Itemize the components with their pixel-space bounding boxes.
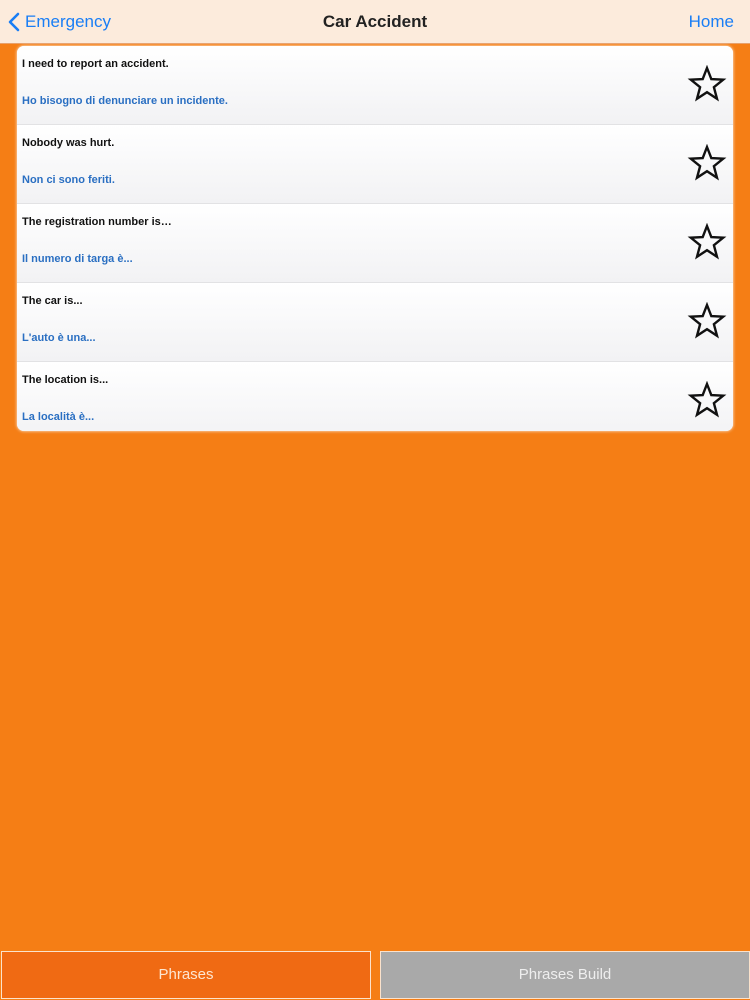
phrase-english: I need to report an accident. <box>22 58 169 70</box>
phrase-list: I need to report an accident. Ho bisogno… <box>17 46 733 431</box>
tab-phrases-build[interactable]: Phrases Build <box>380 951 750 999</box>
star-icon[interactable] <box>687 223 727 263</box>
page-title: Car Accident <box>322 12 428 31</box>
star-icon[interactable] <box>687 65 727 105</box>
star-icon[interactable] <box>687 302 727 342</box>
phrase-row[interactable]: The registration number is… Il numero di… <box>17 204 733 283</box>
phrase-italian: Ho bisogno di denunciare un incidente. <box>22 95 228 107</box>
phrase-english: The location is... <box>22 374 109 386</box>
chevron-left-icon <box>8 12 20 31</box>
phrase-italian: La località è... <box>22 411 95 423</box>
phrase-row[interactable]: I need to report an accident. Ho bisogno… <box>17 46 733 125</box>
back-button[interactable]: Emergency <box>8 0 111 43</box>
navigation-bar: Emergency Car Accident Home <box>0 0 750 44</box>
tab-phrases[interactable]: Phrases <box>1 951 371 999</box>
tab-bar: Phrases Phrases Build <box>0 950 750 1000</box>
phrase-row[interactable]: The location is... La località è... <box>17 362 733 431</box>
back-button-label: Emergency <box>25 11 111 31</box>
phrase-italian: Non ci sono feriti. <box>22 174 115 186</box>
phrase-row[interactable]: The car is... L'auto è una... <box>17 283 733 362</box>
home-button[interactable]: Home <box>689 0 734 43</box>
phrase-italian: Il numero di targa è... <box>22 253 133 265</box>
phrase-row[interactable]: Nobody was hurt. Non ci sono feriti. <box>17 125 733 204</box>
phrase-italian: L'auto è una... <box>22 332 96 344</box>
star-icon[interactable] <box>687 144 727 184</box>
star-icon[interactable] <box>687 381 727 421</box>
phrase-english: The registration number is… <box>22 216 172 228</box>
phrase-english: The car is... <box>22 295 83 307</box>
phrase-english: Nobody was hurt. <box>22 137 115 149</box>
